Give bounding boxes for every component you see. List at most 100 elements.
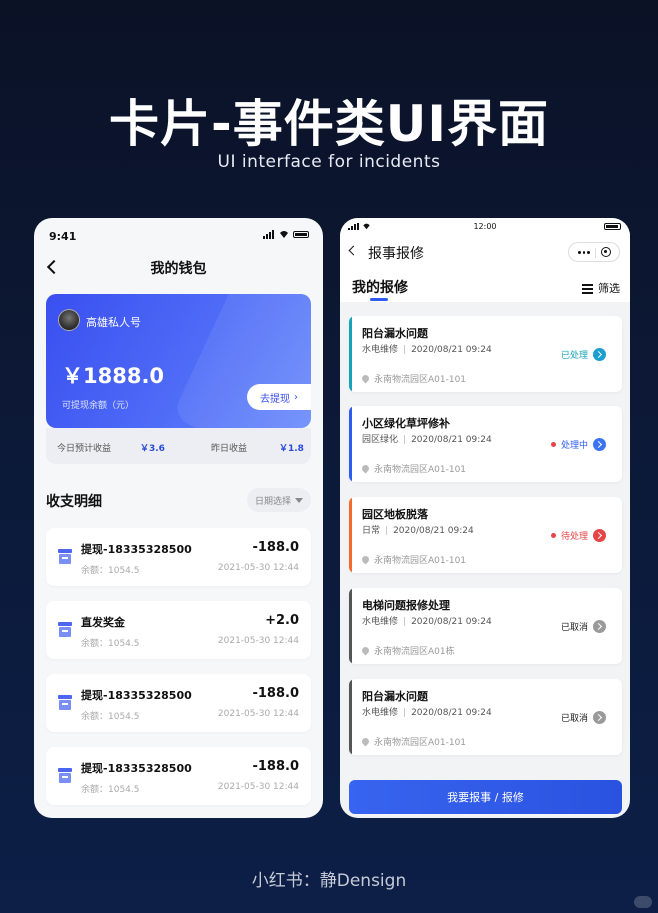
date-picker[interactable]: 日期选择 bbox=[247, 488, 311, 512]
ticket-date: 2020/08/21 09:24 bbox=[393, 526, 474, 536]
ticket-title: 园区地板脱落 bbox=[362, 508, 428, 521]
wallet-icon bbox=[58, 622, 72, 638]
transaction-date: 2021-05-30 12:44 bbox=[217, 782, 299, 792]
hero-subtitle: UI interface for incidents bbox=[217, 152, 441, 172]
ticket-location: 永南物流园区A01栋 bbox=[360, 644, 455, 657]
location-pin-icon bbox=[360, 463, 371, 474]
ticket-meta: 水电维修 | 2020/08/21 09:24 bbox=[362, 342, 492, 355]
ticket-category: 日常 bbox=[362, 526, 381, 536]
ticket-meta: 园区绿化 | 2020/08/21 09:24 bbox=[362, 432, 492, 445]
withdraw-button[interactable]: 去提现 › bbox=[247, 384, 311, 410]
transaction-date: 2021-05-30 12:44 bbox=[217, 709, 299, 719]
ticket-status[interactable]: 已处理 bbox=[561, 348, 606, 361]
wallet-icon bbox=[58, 549, 72, 565]
status-accent-bar bbox=[349, 588, 352, 664]
repair-screen: 12:00 报事报修 我的报修 筛选 阳台漏水问题 水电维修 | 2020/08/21… bbox=[340, 218, 630, 818]
chevron-right-icon bbox=[593, 348, 606, 361]
transaction-title: 提现-18335328500 bbox=[81, 543, 192, 556]
transaction-row[interactable]: 提现-18335328500 -188.0 余额：1054.5 2021-05-… bbox=[46, 528, 311, 586]
separator: | bbox=[403, 345, 407, 355]
transaction-date: 2021-05-30 12:44 bbox=[217, 636, 299, 646]
back-icon[interactable] bbox=[348, 245, 359, 256]
status-label: 已取消 bbox=[560, 623, 588, 633]
chevron-right-icon bbox=[593, 438, 606, 451]
status-label: 处理中 bbox=[560, 441, 588, 451]
watermark bbox=[634, 896, 652, 908]
ticket-location: 永南物流园区A01-101 bbox=[360, 553, 467, 566]
date-picker-label: 日期选择 bbox=[254, 496, 291, 507]
account-name: 高雄私人号 bbox=[86, 316, 141, 329]
transaction-balance: 余额：1054.5 bbox=[81, 712, 140, 722]
location-pin-icon bbox=[360, 645, 371, 656]
transaction-amount: +2.0 bbox=[265, 613, 299, 628]
chevron-right-icon bbox=[593, 711, 606, 724]
ticket-category: 园区绿化 bbox=[362, 435, 399, 445]
tab-indicator bbox=[370, 298, 388, 301]
ticket-status[interactable]: 待处理 bbox=[550, 529, 606, 542]
filter-label: 筛选 bbox=[598, 282, 620, 295]
chevron-down-icon bbox=[295, 497, 303, 503]
location-pin-icon bbox=[360, 373, 371, 384]
transaction-row[interactable]: 提现-18335328500 -188.0 余额：1054.5 2021-05-… bbox=[46, 674, 311, 732]
location-text: 永南物流园区A01-101 bbox=[374, 556, 467, 566]
separator: | bbox=[385, 526, 389, 536]
ticket-status[interactable]: 已取消 bbox=[561, 620, 606, 633]
more-icon[interactable] bbox=[578, 251, 591, 254]
balance-label: 可提现余额（元） bbox=[62, 401, 135, 411]
miniprogram-capsule[interactable] bbox=[568, 242, 620, 262]
status-label: 已处理 bbox=[560, 351, 588, 361]
ticket-card[interactable]: 小区绿化草坪修补 园区绿化 | 2020/08/21 09:24 永南物流园区A01-1… bbox=[349, 406, 622, 482]
ticket-card[interactable]: 园区地板脱落 日常 | 2020/08/21 09:24 永南物流园区A01-101 待处… bbox=[349, 497, 622, 573]
page-title: 报事报修 bbox=[368, 246, 424, 262]
wallet-icon bbox=[58, 695, 72, 711]
ticket-category: 水电维修 bbox=[362, 617, 399, 627]
ticket-title: 阳台漏水问题 bbox=[362, 690, 428, 703]
ticket-card[interactable]: 阳台漏水问题水电维修 | 2020/08/21 09:24 永南物流园区A01-101… bbox=[349, 316, 622, 392]
transaction-title: 提现-18335328500 bbox=[81, 689, 192, 702]
yesterday-earnings-label: 昨日收益 bbox=[211, 444, 248, 454]
ticket-status[interactable]: 处理中 bbox=[550, 438, 606, 451]
wallet-screen: 9:41 我的钱包 高雄私人号 ￥1888.0 可提现余额（元） 去提现 › 今… bbox=[34, 218, 323, 818]
yesterday-earnings-value: ￥1.8 bbox=[279, 444, 304, 454]
transaction-title: 直发奖金 bbox=[81, 616, 125, 629]
close-icon[interactable] bbox=[601, 247, 611, 257]
battery-icon bbox=[293, 231, 309, 238]
list-icon bbox=[582, 283, 593, 294]
ticket-card[interactable]: 电梯问题报修处理水电维修 | 2020/08/21 09:24 永南物流园区A01栋 已… bbox=[349, 588, 622, 664]
location-text: 永南物流园区A01栋 bbox=[374, 647, 455, 657]
ticket-location: 永南物流园区A01-101 bbox=[360, 372, 467, 385]
transaction-amount: -188.0 bbox=[252, 540, 299, 555]
ticket-title: 电梯问题报修处理 bbox=[362, 599, 450, 612]
ticket-card[interactable]: 阳台漏水问题 水电维修 | 2020/08/21 09:24 永南物流园区A01-101… bbox=[349, 679, 622, 755]
withdraw-label: 去提现 bbox=[260, 393, 290, 405]
status-bar: 9:41 bbox=[34, 218, 323, 248]
battery-icon bbox=[604, 223, 621, 230]
ticket-date: 2020/08/21 09:24 bbox=[411, 617, 492, 627]
location-text: 永南物流园区A01-101 bbox=[374, 375, 467, 385]
avatar bbox=[58, 309, 80, 331]
ticket-title: 阳台漏水问题 bbox=[362, 327, 428, 340]
section-title: 收支明细 bbox=[46, 494, 102, 510]
wallet-icon bbox=[58, 768, 72, 784]
transaction-balance: 余额：1054.5 bbox=[81, 566, 140, 576]
report-button[interactable]: 我要报事 / 报修 bbox=[349, 780, 622, 814]
ticket-status[interactable]: 已取消 bbox=[561, 711, 606, 724]
earnings-bar: 今日预计收益 ￥3.6 昨日收益 ￥1.8 bbox=[46, 428, 311, 464]
ticket-category: 水电维修 bbox=[362, 708, 399, 718]
signal-icon bbox=[263, 230, 274, 239]
ticket-meta: 日常 | 2020/08/21 09:24 bbox=[362, 523, 474, 536]
transaction-row[interactable]: 提现-18335328500 -188.0 余额：1054.5 2021-05-… bbox=[46, 747, 311, 805]
ticket-meta: 水电维修 | 2020/08/21 09:24 bbox=[362, 705, 492, 718]
transaction-title: 提现-18335328500 bbox=[81, 762, 192, 775]
transaction-row[interactable]: 直发奖金 +2.0 余额：1054.5 2021-05-30 12:44 bbox=[46, 601, 311, 659]
ticket-date: 2020/08/21 09:24 bbox=[411, 435, 492, 445]
chevron-right-icon: › bbox=[294, 391, 298, 403]
filter-button[interactable]: 筛选 bbox=[582, 280, 620, 296]
chevron-right-icon bbox=[593, 620, 606, 633]
transaction-date: 2021-05-30 12:44 bbox=[217, 563, 299, 573]
separator: | bbox=[403, 435, 407, 445]
ticket-meta: 水电维修 | 2020/08/21 09:24 bbox=[362, 614, 492, 627]
tab-my-reports[interactable]: 我的报修 bbox=[352, 277, 408, 297]
status-dot bbox=[550, 442, 556, 447]
ticket-title: 小区绿化草坪修补 bbox=[362, 417, 450, 430]
